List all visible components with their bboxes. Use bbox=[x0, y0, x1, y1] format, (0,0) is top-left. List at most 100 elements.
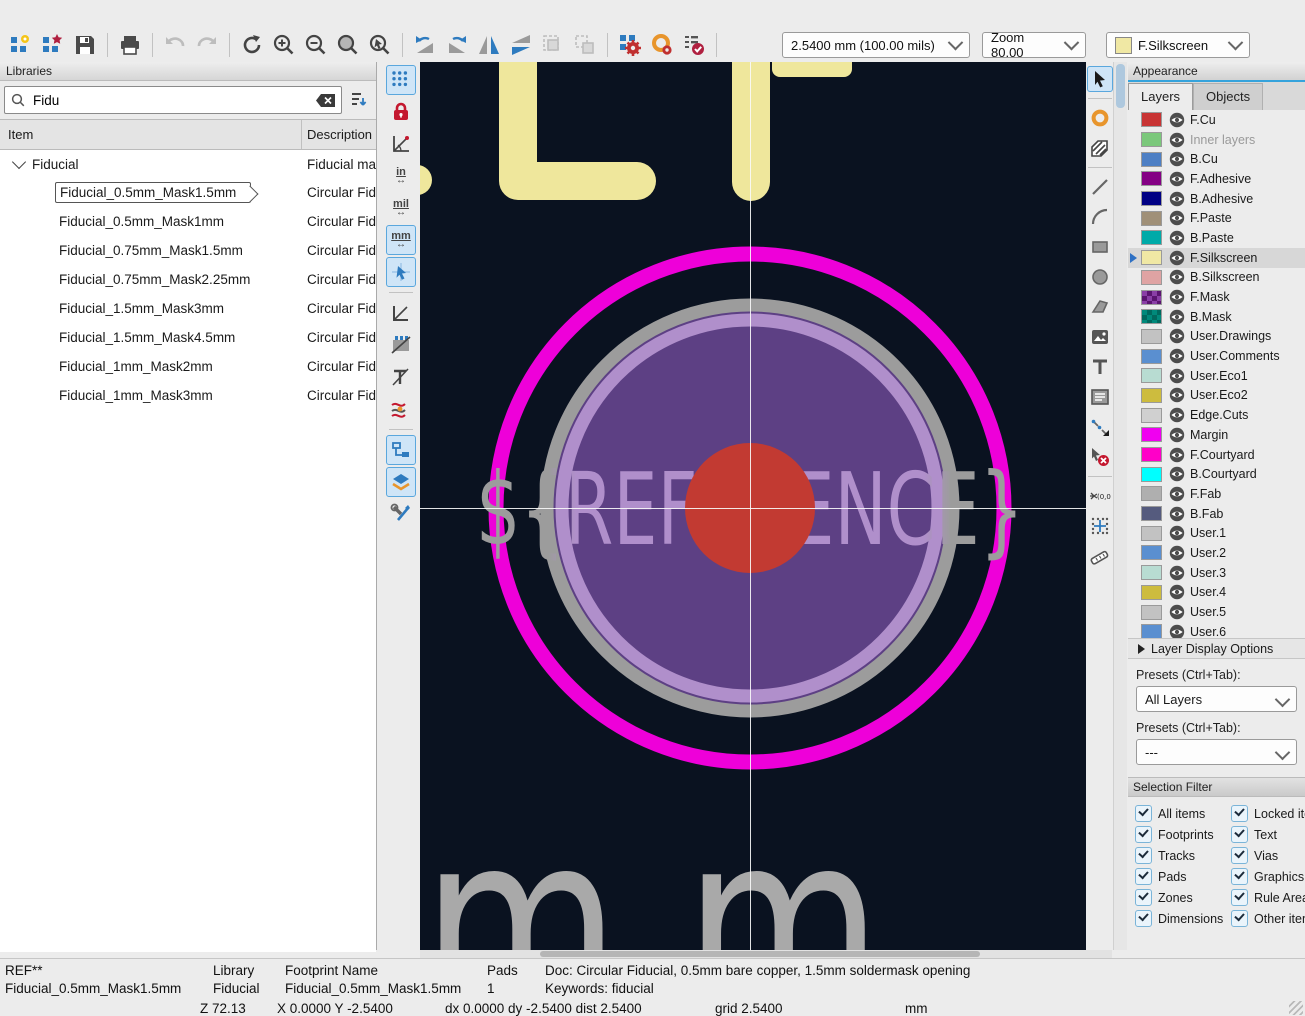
add-pad-button[interactable] bbox=[1087, 105, 1113, 131]
hierarchy-tree-button[interactable] bbox=[386, 435, 416, 465]
layer-row[interactable]: User.1 bbox=[1128, 523, 1305, 543]
visibility-eye-icon[interactable] bbox=[1169, 348, 1185, 364]
delete-tool-button[interactable] bbox=[1087, 444, 1113, 470]
draw-arc-button[interactable] bbox=[1087, 204, 1113, 230]
units-mils-button[interactable]: mil↔ bbox=[386, 193, 416, 223]
filter-checkbox-item[interactable]: All items bbox=[1135, 803, 1231, 824]
rotate-ccw-button[interactable] bbox=[410, 30, 440, 60]
visibility-eye-icon[interactable] bbox=[1169, 565, 1185, 581]
visibility-eye-icon[interactable] bbox=[1169, 387, 1185, 403]
ungroup-button[interactable] bbox=[570, 30, 600, 60]
visibility-eye-icon[interactable] bbox=[1169, 427, 1185, 443]
visibility-eye-icon[interactable] bbox=[1169, 466, 1185, 482]
layer-color-swatch[interactable] bbox=[1141, 486, 1162, 501]
filter-checkbox-item[interactable]: Dimensions bbox=[1135, 908, 1231, 929]
layer-row[interactable]: Inner layers bbox=[1128, 130, 1305, 150]
polar-coordinates-button[interactable] bbox=[386, 129, 416, 159]
layer-row[interactable]: User.Eco2 bbox=[1128, 386, 1305, 406]
library-search-box[interactable] bbox=[4, 86, 342, 114]
canvas-horizontal-scrollbar[interactable] bbox=[420, 950, 1112, 958]
filter-checkbox-item[interactable]: Vias bbox=[1231, 845, 1305, 866]
layer-color-swatch[interactable] bbox=[1141, 112, 1162, 127]
layer-row[interactable]: User.2 bbox=[1128, 543, 1305, 563]
footprint-list-item[interactable]: Fiducial_1mm_Mask3mm Circular Fidu bbox=[0, 381, 376, 410]
zoom-in-button[interactable] bbox=[269, 30, 299, 60]
add-text-button[interactable] bbox=[1087, 354, 1113, 380]
pcb-canvas[interactable]: ${REFERENCE} m m bbox=[420, 62, 1086, 950]
filter-checkbox-item[interactable]: Tracks bbox=[1135, 845, 1231, 866]
layer-color-swatch[interactable] bbox=[1141, 290, 1162, 305]
layer-row[interactable]: B.Adhesive bbox=[1128, 189, 1305, 209]
layer-row[interactable]: User.4 bbox=[1128, 583, 1305, 603]
filter-checkbox-item[interactable]: Rule Areas bbox=[1231, 887, 1305, 908]
layer-row[interactable]: User.6 bbox=[1128, 622, 1305, 638]
visibility-eye-icon[interactable] bbox=[1169, 328, 1185, 344]
layer-color-swatch[interactable] bbox=[1141, 506, 1162, 521]
layer-row[interactable]: F.Adhesive bbox=[1128, 169, 1305, 189]
layer-color-swatch[interactable] bbox=[1141, 171, 1162, 186]
grid-select[interactable]: 2.5400 mm (100.00 mils) bbox=[782, 32, 970, 58]
layer-color-swatch[interactable] bbox=[1141, 467, 1162, 482]
layer-color-swatch[interactable] bbox=[1141, 447, 1162, 462]
layer-color-swatch[interactable] bbox=[1141, 211, 1162, 226]
filter-checkbox-item[interactable]: Footprints bbox=[1135, 824, 1231, 845]
check-footprint-button[interactable] bbox=[679, 30, 709, 60]
group-button[interactable] bbox=[538, 30, 568, 60]
checkbox-checked-icon[interactable] bbox=[1231, 889, 1248, 906]
draw-rectangle-button[interactable] bbox=[1087, 234, 1113, 260]
layer-color-swatch[interactable] bbox=[1141, 270, 1162, 285]
footprint-list-item[interactable]: Fiducial_0.75mm_Mask2.25mm Circular Fidu bbox=[0, 265, 376, 294]
layer-color-swatch[interactable] bbox=[1141, 349, 1162, 364]
appearance-scrollbar[interactable] bbox=[1113, 62, 1127, 950]
layer-color-swatch[interactable] bbox=[1141, 427, 1162, 442]
checkbox-checked-icon[interactable] bbox=[1135, 868, 1152, 885]
menu-item[interactable] bbox=[52, 10, 74, 18]
visibility-eye-icon[interactable] bbox=[1169, 447, 1185, 463]
save-button[interactable] bbox=[70, 30, 100, 60]
refresh-button[interactable] bbox=[237, 30, 267, 60]
lock-toggle-button[interactable] bbox=[386, 97, 416, 127]
layer-color-swatch[interactable] bbox=[1141, 329, 1162, 344]
filter-checkbox-item[interactable]: Graphics bbox=[1231, 866, 1305, 887]
crosshair-cursor-button[interactable] bbox=[386, 257, 416, 287]
visibility-eye-icon[interactable] bbox=[1169, 486, 1185, 502]
menu-item[interactable] bbox=[140, 10, 162, 18]
rotate-cw-button[interactable] bbox=[442, 30, 472, 60]
visibility-eye-icon[interactable] bbox=[1169, 171, 1185, 187]
layer-color-swatch[interactable] bbox=[1141, 368, 1162, 383]
units-inches-button[interactable]: in↔ bbox=[386, 161, 416, 191]
tab-objects[interactable]: Objects bbox=[1193, 83, 1263, 110]
layer-color-swatch[interactable] bbox=[1141, 309, 1162, 324]
viewport-preset-select[interactable]: --- bbox=[1136, 739, 1297, 765]
visibility-eye-icon[interactable] bbox=[1169, 230, 1185, 246]
layer-row[interactable]: B.Silkscreen bbox=[1128, 268, 1305, 288]
flip-vertical-button[interactable] bbox=[506, 30, 536, 60]
anchor-origin-button[interactable]: (0,0) bbox=[1087, 483, 1113, 509]
net-highlight-button[interactable] bbox=[386, 394, 416, 424]
zoom-out-button[interactable] bbox=[301, 30, 331, 60]
layer-color-swatch[interactable] bbox=[1141, 230, 1162, 245]
column-item[interactable]: Item bbox=[0, 120, 302, 149]
visibility-eye-icon[interactable] bbox=[1169, 132, 1185, 148]
layer-color-swatch[interactable] bbox=[1141, 191, 1162, 206]
layer-row[interactable]: B.Mask bbox=[1128, 307, 1305, 327]
select-tool-button[interactable] bbox=[1087, 66, 1113, 92]
print-button[interactable] bbox=[115, 30, 145, 60]
checkbox-checked-icon[interactable] bbox=[1135, 826, 1152, 843]
scrollbar-thumb[interactable] bbox=[1116, 64, 1125, 108]
layer-row[interactable]: F.Cu bbox=[1128, 110, 1305, 130]
layer-row[interactable]: User.Eco1 bbox=[1128, 366, 1305, 386]
layer-row[interactable]: B.Fab bbox=[1128, 504, 1305, 524]
checkbox-checked-icon[interactable] bbox=[1231, 868, 1248, 885]
filter-checkbox-item[interactable]: Pads bbox=[1135, 866, 1231, 887]
visibility-eye-icon[interactable] bbox=[1169, 309, 1185, 325]
search-input[interactable] bbox=[31, 92, 310, 109]
add-image-button[interactable] bbox=[1087, 324, 1113, 350]
add-dimension-button[interactable] bbox=[1087, 414, 1113, 440]
clear-search-icon[interactable] bbox=[316, 94, 335, 107]
checkbox-checked-icon[interactable] bbox=[1135, 847, 1152, 864]
footprint-list-item[interactable]: Fiducial_0.5mm_Mask1mm Circular Fidu bbox=[0, 207, 376, 236]
layer-row[interactable]: B.Courtyard bbox=[1128, 464, 1305, 484]
visibility-eye-icon[interactable] bbox=[1169, 250, 1185, 266]
layer-row[interactable]: F.Mask bbox=[1128, 287, 1305, 307]
